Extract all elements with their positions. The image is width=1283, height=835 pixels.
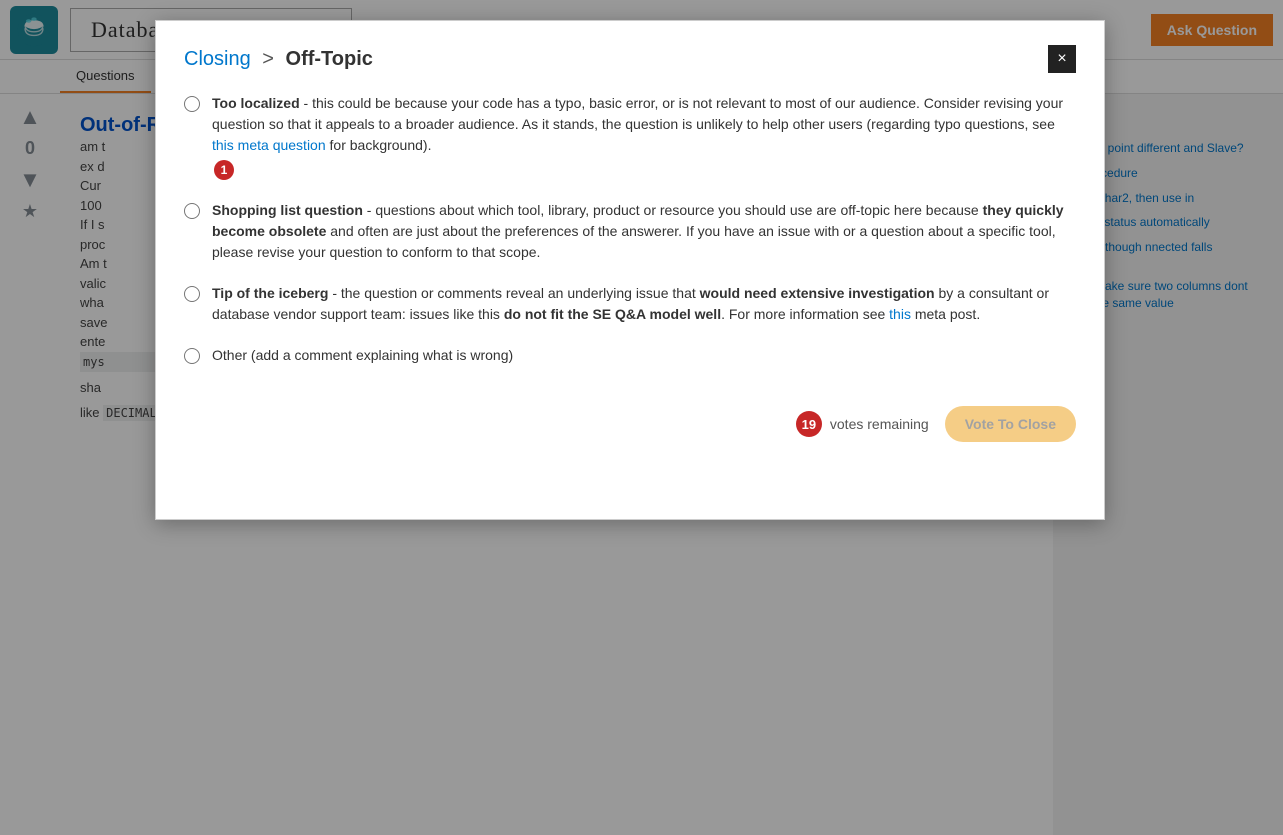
option-iceberg-text: Tip of the iceberg - the question or com… xyxy=(212,283,1076,325)
option-shopping-body: - questions about which tool, library, p… xyxy=(363,202,983,218)
option-shopping-radio[interactable] xyxy=(184,203,200,219)
modal-title-offtopic: Off-Topic xyxy=(286,48,373,70)
option-shopping-title: Shopping list question xyxy=(212,202,363,218)
option-too-localized-title: Too localized xyxy=(212,95,300,111)
option-shopping-body2: and often are just about the preferences… xyxy=(212,223,1056,260)
modal-title: Closing > Off-Topic xyxy=(184,48,373,71)
modal-close-button[interactable]: × xyxy=(1048,45,1076,73)
option-too-localized-body: - this could be because your code has a … xyxy=(212,95,1063,132)
option-iceberg-bold1: would need extensive investigation xyxy=(700,285,935,301)
option-too-localized: Too localized - this could be because yo… xyxy=(184,93,1076,180)
meta-question-link[interactable]: this meta question xyxy=(212,137,326,153)
option-too-localized-radio[interactable] xyxy=(184,96,200,112)
modal-title-separator: > xyxy=(262,48,279,70)
option-list: Too localized - this could be because yo… xyxy=(184,93,1076,366)
modal-header: Closing > Off-Topic × xyxy=(184,45,1076,73)
comment-count-badge: 1 xyxy=(214,160,234,180)
option-iceberg-end: meta post. xyxy=(911,306,980,322)
votes-remaining-label: votes remaining xyxy=(830,416,929,432)
option-iceberg-bold2: do not fit the SE Q&A model well xyxy=(504,306,721,322)
option-other-radio[interactable] xyxy=(184,348,200,364)
option-shopping: Shopping list question - questions about… xyxy=(184,200,1076,263)
modal-footer: 19 votes remaining Vote To Close xyxy=(184,406,1076,442)
option-too-localized-after: for background). xyxy=(326,137,432,153)
option-iceberg-body: - the question or comments reveal an und… xyxy=(328,285,699,301)
option-iceberg: Tip of the iceberg - the question or com… xyxy=(184,283,1076,325)
page-background: Database Administrators Ask Question Que… xyxy=(0,0,1283,835)
option-other: Other (add a comment explaining what is … xyxy=(184,345,1076,366)
iceberg-meta-link[interactable]: this xyxy=(889,306,911,322)
option-iceberg-title: Tip of the iceberg xyxy=(212,285,328,301)
close-dialog: Closing > Off-Topic × Too localized - th… xyxy=(155,20,1105,520)
option-iceberg-radio[interactable] xyxy=(184,286,200,302)
option-shopping-text: Shopping list question - questions about… xyxy=(212,200,1076,263)
modal-overlay: Closing > Off-Topic × Too localized - th… xyxy=(0,0,1283,835)
votes-remaining: 19 votes remaining xyxy=(796,411,929,437)
option-other-text: Other (add a comment explaining what is … xyxy=(212,345,513,366)
modal-title-closing: Closing xyxy=(184,48,251,70)
option-too-localized-text: Too localized - this could be because yo… xyxy=(212,93,1076,180)
votes-remaining-badge: 19 xyxy=(796,411,822,437)
option-other-body: Other (add a comment explaining what is … xyxy=(212,347,513,363)
vote-to-close-button[interactable]: Vote To Close xyxy=(945,406,1076,442)
option-iceberg-after: . For more information see xyxy=(721,306,889,322)
